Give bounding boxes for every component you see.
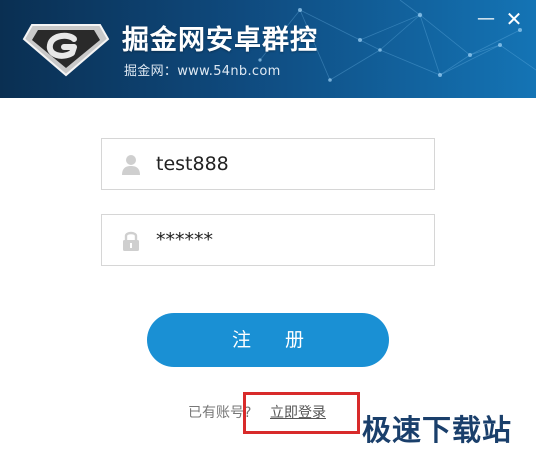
have-account-text: 已有账号? <box>188 405 252 421</box>
username-field[interactable]: test888 <box>101 138 435 190</box>
app-title: 掘金网安卓群控 <box>122 25 318 56</box>
username-value: test888 <box>156 153 229 175</box>
header-banner: 掘金网安卓群控 掘金网：www.54nb.com — ✕ <box>0 0 536 98</box>
app-subtitle: 掘金网：www.54nb.com <box>124 64 281 79</box>
minimize-button[interactable]: — <box>474 8 498 32</box>
password-field[interactable]: ****** <box>101 214 435 266</box>
close-button[interactable]: ✕ <box>502 8 526 32</box>
lock-icon <box>123 231 139 251</box>
password-value: ****** <box>156 229 213 251</box>
highlight-annotation <box>243 392 360 434</box>
user-icon <box>122 155 140 175</box>
register-button[interactable]: 注 册 <box>147 313 389 367</box>
watermark-text: 极速下载站 <box>362 413 513 447</box>
g-shield-logo-icon <box>22 24 110 77</box>
register-window: 掘金网安卓群控 掘金网：www.54nb.com — ✕ test888 ***… <box>0 0 536 455</box>
